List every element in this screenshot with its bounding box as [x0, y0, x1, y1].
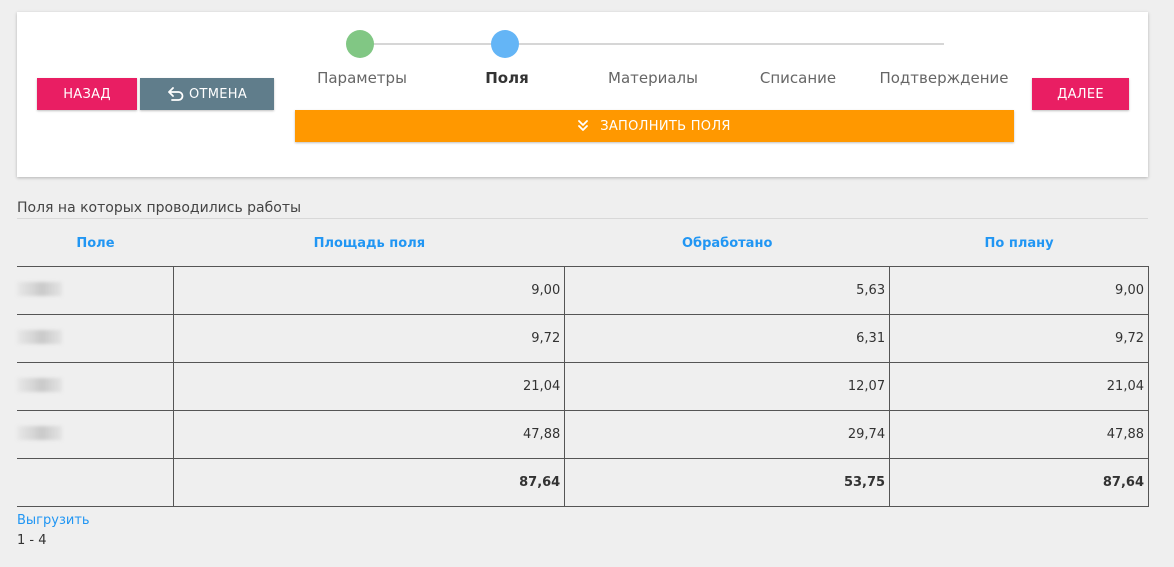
step-label-materials[interactable]: Материалы — [608, 69, 698, 87]
section-title: Поля на которых проводились работы — [17, 200, 1148, 219]
field-name-cell — [17, 266, 175, 315]
table-row: 21,04 12,07 21,04 — [17, 362, 1149, 411]
blurred-field-name — [17, 425, 62, 440]
cancel-button[interactable]: ОТМЕНА — [140, 78, 274, 110]
area-cell: 21,04 — [173, 362, 566, 411]
table-row: 9,00 5,63 9,00 — [17, 266, 1149, 315]
step-label-confirmation[interactable]: Подтверждение — [879, 69, 1008, 87]
column-header-area[interactable]: Площадь поля — [173, 220, 565, 267]
step-label-parameters[interactable]: Параметры — [317, 69, 407, 87]
table-row: 47,88 29,74 47,88 — [17, 410, 1149, 459]
total-label-cell — [17, 458, 175, 507]
undo-icon — [167, 87, 185, 101]
next-button-label: ДАЛЕЕ — [1057, 86, 1104, 102]
next-button[interactable]: ДАЛЕЕ — [1032, 78, 1129, 110]
column-header-plan[interactable]: По плану — [889, 220, 1149, 267]
table-total-row: 87,64 53,75 87,64 — [17, 458, 1149, 507]
area-cell: 47,88 — [173, 410, 566, 459]
plan-cell: 9,00 — [889, 266, 1149, 315]
blurred-field-name — [17, 281, 62, 296]
fill-fields-label: ЗАПОЛНИТЬ ПОЛЯ — [600, 118, 731, 134]
cancel-button-label: ОТМЕНА — [188, 86, 248, 102]
blurred-field-name — [17, 377, 62, 392]
wizard-card: НАЗАД ОТМЕНА Параметры Поля Материалы Сп… — [17, 12, 1148, 177]
field-name-cell — [17, 362, 175, 411]
table-header-row: Поле Площадь поля Обработано По плану — [17, 220, 1149, 267]
back-button-label: НАЗАД — [63, 86, 111, 102]
step-dot-fields[interactable] — [491, 30, 519, 58]
total-processed-cell: 53,75 — [564, 458, 891, 507]
plan-cell: 9,72 — [889, 314, 1149, 363]
double-chevron-down-icon — [578, 120, 589, 132]
table-row: 9,72 6,31 9,72 — [17, 314, 1149, 363]
fill-fields-button[interactable]: ЗАПОЛНИТЬ ПОЛЯ — [295, 110, 1014, 142]
fields-table: Поле Площадь поля Обработано По плану 9,… — [17, 220, 1149, 507]
plan-cell: 21,04 — [889, 362, 1149, 411]
area-cell: 9,72 — [173, 314, 566, 363]
step-label-fields[interactable]: Поля — [485, 69, 528, 87]
column-header-processed[interactable]: Обработано — [564, 220, 890, 267]
blurred-field-name — [17, 329, 62, 344]
step-label-writeoff[interactable]: Списание — [760, 69, 836, 87]
field-name-cell — [17, 314, 175, 363]
processed-cell: 5,63 — [564, 266, 891, 315]
total-area-cell: 87,64 — [173, 458, 566, 507]
total-plan-cell: 87,64 — [889, 458, 1149, 507]
export-link[interactable]: Выгрузить — [17, 513, 90, 528]
processed-cell: 29,74 — [564, 410, 891, 459]
plan-cell: 47,88 — [889, 410, 1149, 459]
column-header-field[interactable]: Поле — [17, 220, 174, 267]
pagination-info: 1 - 4 — [17, 533, 47, 548]
processed-cell: 6,31 — [564, 314, 891, 363]
stepper-track — [360, 43, 944, 45]
back-button[interactable]: НАЗАД — [37, 78, 137, 110]
field-name-cell — [17, 410, 175, 459]
processed-cell: 12,07 — [564, 362, 891, 411]
area-cell: 9,00 — [173, 266, 566, 315]
step-dot-parameters[interactable] — [346, 30, 374, 58]
